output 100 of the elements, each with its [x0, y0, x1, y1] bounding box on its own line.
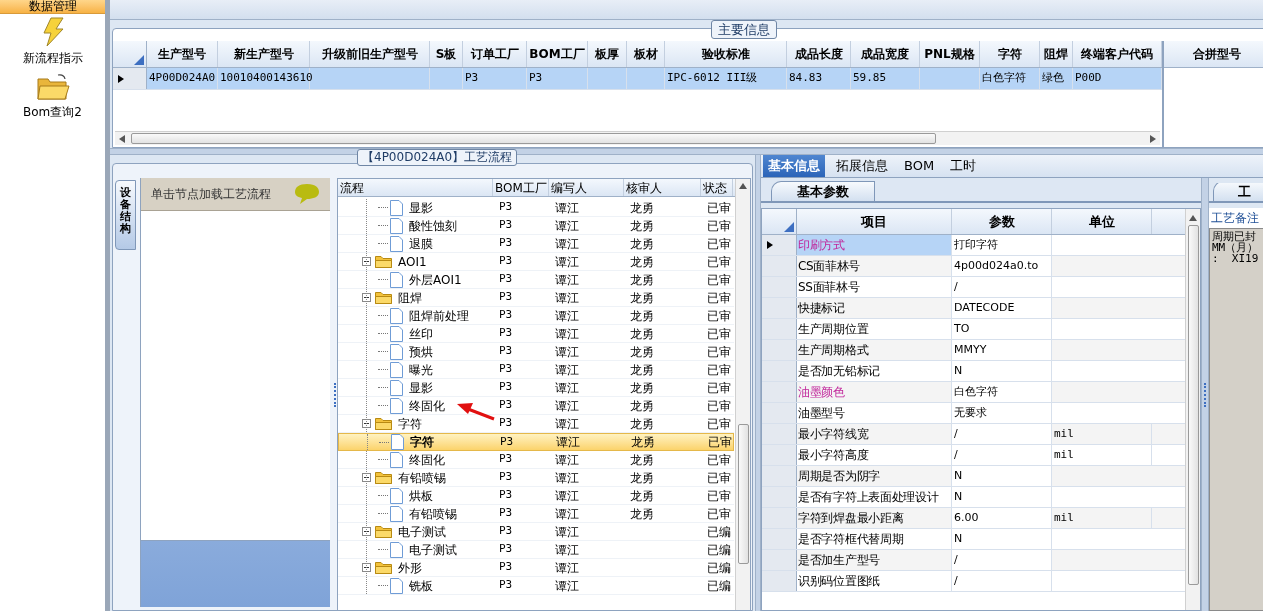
- tree-node[interactable]: 显影: [407, 378, 435, 397]
- tab[interactable]: 工时: [945, 155, 982, 177]
- vertical-scrollbar[interactable]: [1185, 209, 1200, 610]
- tree-row[interactable]: 显影 P3 谭江 龙勇 已审: [338, 199, 734, 217]
- splitter-handle[interactable]: [1204, 382, 1206, 407]
- tab[interactable]: BOM: [899, 155, 940, 177]
- tree-node[interactable]: 丝印: [407, 324, 435, 343]
- tree-node[interactable]: 预烘: [407, 342, 435, 361]
- column-header[interactable]: 核审人: [624, 179, 701, 196]
- column-header[interactable]: 订单工厂: [463, 41, 527, 67]
- tree-row[interactable]: 退膜 P3 谭江 龙勇 已审: [338, 235, 734, 253]
- table-row[interactable]: 最小字符线宽 / mil: [762, 424, 1185, 445]
- column-header[interactable]: 新生产型号: [218, 41, 310, 67]
- column-header[interactable]: 成品长度: [787, 41, 851, 67]
- tree-node[interactable]: 有铅喷锡: [396, 468, 448, 487]
- scrollbar-thumb[interactable]: [131, 133, 936, 144]
- tab[interactable]: 拓展信息: [831, 155, 893, 177]
- tab[interactable]: 基本信息: [763, 155, 825, 177]
- tree-row[interactable]: 丝印 P3 谭江 龙勇 已审: [338, 325, 734, 343]
- column-header[interactable]: 成品宽度: [851, 41, 920, 67]
- table-row[interactable]: 油墨颜色 白色字符: [762, 382, 1185, 403]
- row-header[interactable]: [113, 68, 147, 89]
- vertical-scrollbar[interactable]: [735, 179, 750, 610]
- tree-node[interactable]: 字符: [396, 414, 424, 433]
- tree-row[interactable]: 字符 P3 谭江 龙勇 已审: [338, 433, 734, 451]
- tree-row[interactable]: 铣板 P3 谭江 已编: [338, 577, 734, 595]
- tree-node[interactable]: 曝光: [407, 360, 435, 379]
- tree-node[interactable]: 终固化: [407, 396, 447, 415]
- table-row[interactable]: 字符到焊盘最小距离 6.00 mil: [762, 508, 1185, 529]
- tree-row[interactable]: 外层AOI1 P3 谭江 龙勇 已审: [338, 271, 734, 289]
- column-header[interactable]: 流程: [338, 179, 493, 196]
- tree-row[interactable]: 有铅喷锡 P3 谭江 龙勇 已审: [338, 469, 734, 487]
- tree-node[interactable]: 阻焊前处理: [407, 306, 471, 325]
- column-header[interactable]: 字符: [980, 41, 1040, 67]
- column-header[interactable]: 生产型号: [147, 41, 218, 67]
- column-header[interactable]: 升级前旧生产型号: [310, 41, 430, 67]
- table-row[interactable]: CS面菲林号 4p00d024a0.to: [762, 256, 1185, 277]
- table-row[interactable]: 油墨型号 无要求: [762, 403, 1185, 424]
- table-row[interactable]: 是否加无铅标记 N: [762, 361, 1185, 382]
- tree-row[interactable]: 外形 P3 谭江 已编: [338, 559, 734, 577]
- column-header[interactable]: 参数: [952, 209, 1052, 234]
- tree-row[interactable]: 烘板 P3 谭江 龙勇 已审: [338, 487, 734, 505]
- column-header[interactable]: BOM工厂: [527, 41, 588, 67]
- tree-node[interactable]: 显影: [407, 198, 435, 217]
- column-header[interactable]: 项目: [797, 209, 952, 234]
- tree-node[interactable]: 烘板: [407, 486, 435, 505]
- tree-node[interactable]: 外形: [396, 558, 424, 577]
- tree-row[interactable]: 预烘 P3 谭江 龙勇 已审: [338, 343, 734, 361]
- tree-node[interactable]: 酸性蚀刻: [407, 216, 459, 235]
- column-header[interactable]: 单位: [1052, 209, 1152, 234]
- tree-node[interactable]: AOI1: [396, 252, 429, 271]
- tree-node[interactable]: 有铅喷锡: [407, 504, 459, 523]
- tree-row[interactable]: 电子测试 P3 谭江 已编: [338, 523, 734, 541]
- table-row[interactable]: SS面菲林号 /: [762, 277, 1185, 298]
- splitter[interactable]: [1201, 178, 1209, 611]
- sub-tab[interactable]: 工: [1213, 183, 1263, 201]
- column-header[interactable]: PNL规格: [920, 41, 980, 67]
- column-header[interactable]: 状态: [701, 179, 733, 196]
- tree-node[interactable]: 铣板: [407, 576, 435, 595]
- tree-node[interactable]: 退膜: [407, 234, 435, 253]
- tree-node[interactable]: 字符: [408, 433, 436, 451]
- table-row[interactable]: 周期是否为阴字 N: [762, 466, 1185, 487]
- column-header[interactable]: 编写人: [549, 179, 624, 196]
- tree-node[interactable]: 电子测试: [396, 522, 448, 541]
- sidebar-item[interactable]: Bom查询2: [23, 103, 82, 121]
- table-row[interactable]: 是否字符框代替周期 N: [762, 529, 1185, 550]
- tree-node[interactable]: 电子测试: [407, 540, 459, 559]
- table-row[interactable]: 4P00D024A0 10010400143610 P3 P3 IPC-6012 III级 84.83 59.85 白色字符 绿色 P00D: [113, 68, 1162, 90]
- column-header[interactable]: 验收标准: [665, 41, 787, 67]
- tree-row[interactable]: 终固化 P3 谭江 龙勇 已审: [338, 451, 734, 469]
- tree-row[interactable]: 电子测试 P3 谭江 已编: [338, 541, 734, 559]
- tree-node[interactable]: 终固化: [407, 450, 447, 469]
- side-tab[interactable]: 设备结构: [115, 180, 136, 250]
- column-header[interactable]: BOM工厂: [493, 179, 549, 196]
- table-row[interactable]: 生产周期位置 TO: [762, 319, 1185, 340]
- notes-field[interactable]: 周期已封 MM（月） : XI19: [1209, 228, 1263, 611]
- table-row[interactable]: 快捷标记 DATECODE: [762, 298, 1185, 319]
- table-row[interactable]: 生产周期格式 MMYY: [762, 340, 1185, 361]
- table-row[interactable]: 识别码位置图纸 /: [762, 571, 1185, 592]
- table-row[interactable]: 是否有字符上表面处理设计 N: [762, 487, 1185, 508]
- column-header[interactable]: 合拼型号: [1164, 41, 1263, 68]
- sidebar-item[interactable]: 新流程指示: [22, 49, 83, 67]
- column-header[interactable]: S板: [430, 41, 463, 67]
- column-header[interactable]: 阻焊: [1040, 41, 1073, 67]
- row-header[interactable]: [762, 235, 797, 255]
- tree-row[interactable]: AOI1 P3 谭江 龙勇 已审: [338, 253, 734, 271]
- sub-tab[interactable]: 基本参数: [771, 181, 875, 201]
- column-header[interactable]: 板材: [627, 41, 665, 67]
- table-row[interactable]: 是否加生产型号 /: [762, 550, 1185, 571]
- tree-row[interactable]: 阻焊 P3 谭江 龙勇 已审: [338, 289, 734, 307]
- tree-row[interactable]: 酸性蚀刻 P3 谭江 龙勇 已审: [338, 217, 734, 235]
- tree-node[interactable]: 外层AOI1: [407, 270, 464, 289]
- tree-row[interactable]: 显影 P3 谭江 龙勇 已审: [338, 379, 734, 397]
- horizontal-scrollbar[interactable]: [115, 131, 1160, 145]
- column-header[interactable]: 终端客户代码: [1073, 41, 1162, 67]
- scrollbar-thumb[interactable]: [1187, 225, 1199, 585]
- table-row[interactable]: 印刷方式 打印字符: [762, 235, 1185, 256]
- tree-row[interactable]: 有铅喷锡 P3 谭江 龙勇 已审: [338, 505, 734, 523]
- tree-row[interactable]: 曝光 P3 谭江 龙勇 已审: [338, 361, 734, 379]
- scrollbar-thumb[interactable]: [737, 424, 749, 564]
